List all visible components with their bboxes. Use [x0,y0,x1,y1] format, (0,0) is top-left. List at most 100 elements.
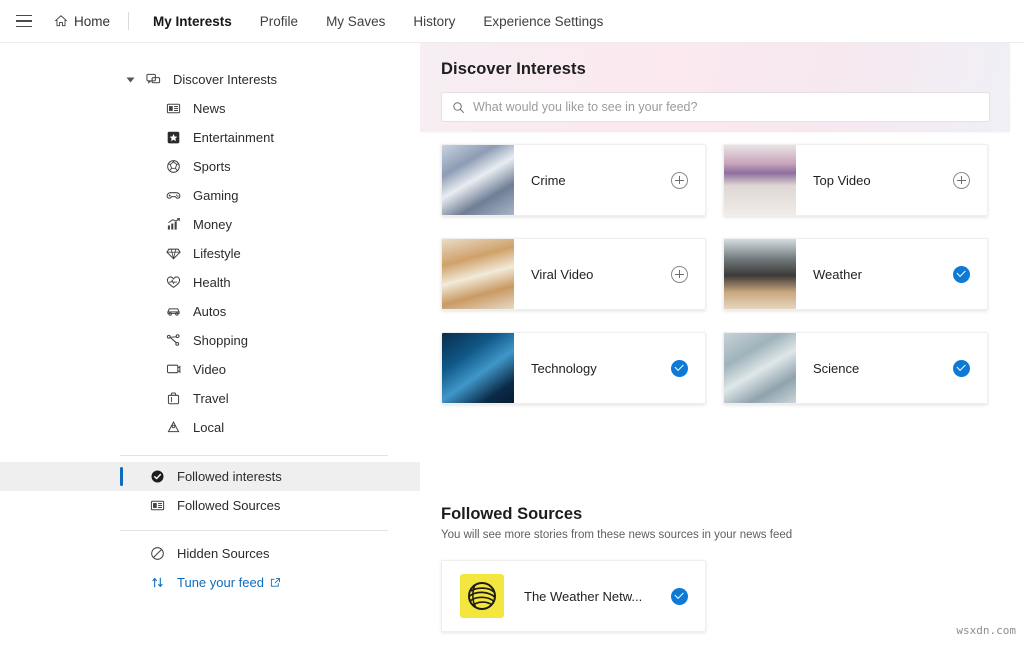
sidebar-item-autos[interactable]: Autos [0,297,420,326]
card-thumbnail [442,333,514,403]
sidebar-item-label: Hidden Sources [177,546,270,561]
sports-ball-icon [164,158,182,176]
main-content: Crime Top Video Viral Video Weather Tech… [420,43,1024,645]
sidebar-item-label: Shopping [193,333,248,348]
interest-card-crime[interactable]: Crime [441,144,706,216]
sidebar-item-label: Followed Sources [177,498,281,513]
sidebar-item-label: Health [193,275,231,290]
follow-add-button[interactable] [953,171,970,189]
hamburger-menu-icon[interactable] [8,6,40,36]
interest-card-top-video[interactable]: Top Video [723,144,988,216]
top-navigation-bar: Home My Interests Profile My Saves Histo… [0,0,1024,43]
watermark: wsxdn.com [956,624,1016,637]
discover-interests-panel: Discover Interests What would you like t… [420,43,1010,132]
sidebar-item-label: Travel [193,391,229,406]
star-icon [164,129,182,147]
sidebar-item-sports[interactable]: Sports [0,152,420,181]
interest-card-science[interactable]: Science [723,332,988,404]
news-icon [164,100,182,118]
sidebar-item-label: Local [193,420,225,435]
following-check-button[interactable] [671,359,688,377]
following-check-button[interactable] [671,587,688,605]
sidebar-tune-label: Tune your feed [177,575,264,590]
discover-panel-title: Discover Interests [441,60,586,78]
following-check-button[interactable] [953,265,970,283]
nav-item-profile[interactable]: Profile [246,8,312,35]
followed-sources-subtitle: You will see more stories from these new… [441,529,793,541]
sidebar-item-discover-interests[interactable]: Discover Interests [0,65,420,94]
sidebar-item-label: Autos [193,304,227,319]
interest-card-grid: Crime Top Video Viral Video Weather Tech… [441,144,1006,404]
follow-add-button[interactable] [671,171,688,189]
sidebar-item-label: Sports [193,159,231,174]
sidebar-item-hidden-sources[interactable]: Hidden Sources [0,539,420,568]
sidebar-item-label: Followed interests [177,469,282,484]
card-body: Top Video [796,145,987,215]
home-icon [54,15,68,27]
gamepad-icon [164,187,182,205]
card-thumbnail [724,239,796,309]
shopping-tag-icon [164,332,182,350]
follow-add-button[interactable] [671,265,688,283]
sidebar-navigation: Discover Interests News Entertainment Sp… [0,43,420,645]
sidebar-item-label: News [193,101,226,116]
check-circle-filled-icon [148,468,166,486]
car-icon [164,303,182,321]
discover-interests-icon [144,71,162,89]
diamond-icon [164,245,182,263]
sidebar-item-money[interactable]: Money [0,210,420,239]
card-body: Science [796,333,987,403]
sidebar-item-gaming[interactable]: Gaming [0,181,420,210]
sidebar-item-label: Video [193,362,227,377]
nav-item-my-saves[interactable]: My Saves [312,8,399,35]
sidebar-discover-label: Discover Interests [173,72,278,87]
sidebar-item-tune-your-feed[interactable]: Tune your feed [0,568,420,597]
news-icon [148,497,166,515]
card-label: Crime [531,172,566,188]
nav-home-link[interactable]: Home [46,10,118,33]
nav-item-history[interactable]: History [399,8,469,35]
sidebar-item-health[interactable]: Health [0,268,420,297]
followed-source-card[interactable]: The Weather Netw... [441,560,706,632]
sidebar-item-news[interactable]: News [0,94,420,123]
sidebar-item-label: Money [193,217,233,232]
heart-icon [164,274,182,292]
card-body: Viral Video [514,239,705,309]
chevron-expand-icon[interactable] [126,77,135,82]
interests-scroll-region[interactable]: Crime Top Video Viral Video Weather Tech… [420,43,1024,645]
nav-home-label: Home [74,13,111,29]
following-check-button[interactable] [953,359,970,377]
card-body: Crime [514,145,705,215]
source-name: The Weather Netw... [524,588,643,604]
card-label: Top Video [813,172,871,188]
nav-item-my-interests[interactable]: My Interests [139,8,246,35]
sidebar-item-lifestyle[interactable]: Lifestyle [0,239,420,268]
interest-card-weather[interactable]: Weather [723,238,988,310]
sidebar-item-entertainment[interactable]: Entertainment [0,123,420,152]
followed-sources-title: Followed Sources [441,505,583,523]
sidebar-item-followed-interests[interactable]: Followed interests [0,462,420,491]
nav-item-list: My Interests Profile My Saves History Ex… [139,8,617,35]
interest-card-technology[interactable]: Technology [441,332,706,404]
sidebar-item-label: Lifestyle [193,246,241,261]
discover-search-box[interactable]: What would you like to see in your feed? [441,92,990,122]
sidebar-item-local[interactable]: Local [0,413,420,442]
chart-money-icon [164,216,182,234]
nav-item-experience-settings[interactable]: Experience Settings [469,8,617,35]
card-thumbnail [442,145,514,215]
interest-card-viral-video[interactable]: Viral Video [441,238,706,310]
search-input[interactable]: What would you like to see in your feed? [473,100,697,114]
card-thumbnail [442,239,514,309]
nav-divider [128,12,130,30]
source-identity: The Weather Netw... [460,574,642,618]
location-pin-icon [164,419,182,437]
sidebar-item-video[interactable]: Video [0,355,420,384]
card-label: Weather [813,266,862,282]
sidebar-item-shopping[interactable]: Shopping [0,326,420,355]
card-label: Viral Video [531,266,594,282]
sidebar-item-label: Gaming [193,188,239,203]
sidebar-item-followed-sources[interactable]: Followed Sources [0,491,420,520]
sidebar-item-travel[interactable]: Travel [0,384,420,413]
weather-network-logo [460,574,504,618]
card-thumbnail [724,145,796,215]
